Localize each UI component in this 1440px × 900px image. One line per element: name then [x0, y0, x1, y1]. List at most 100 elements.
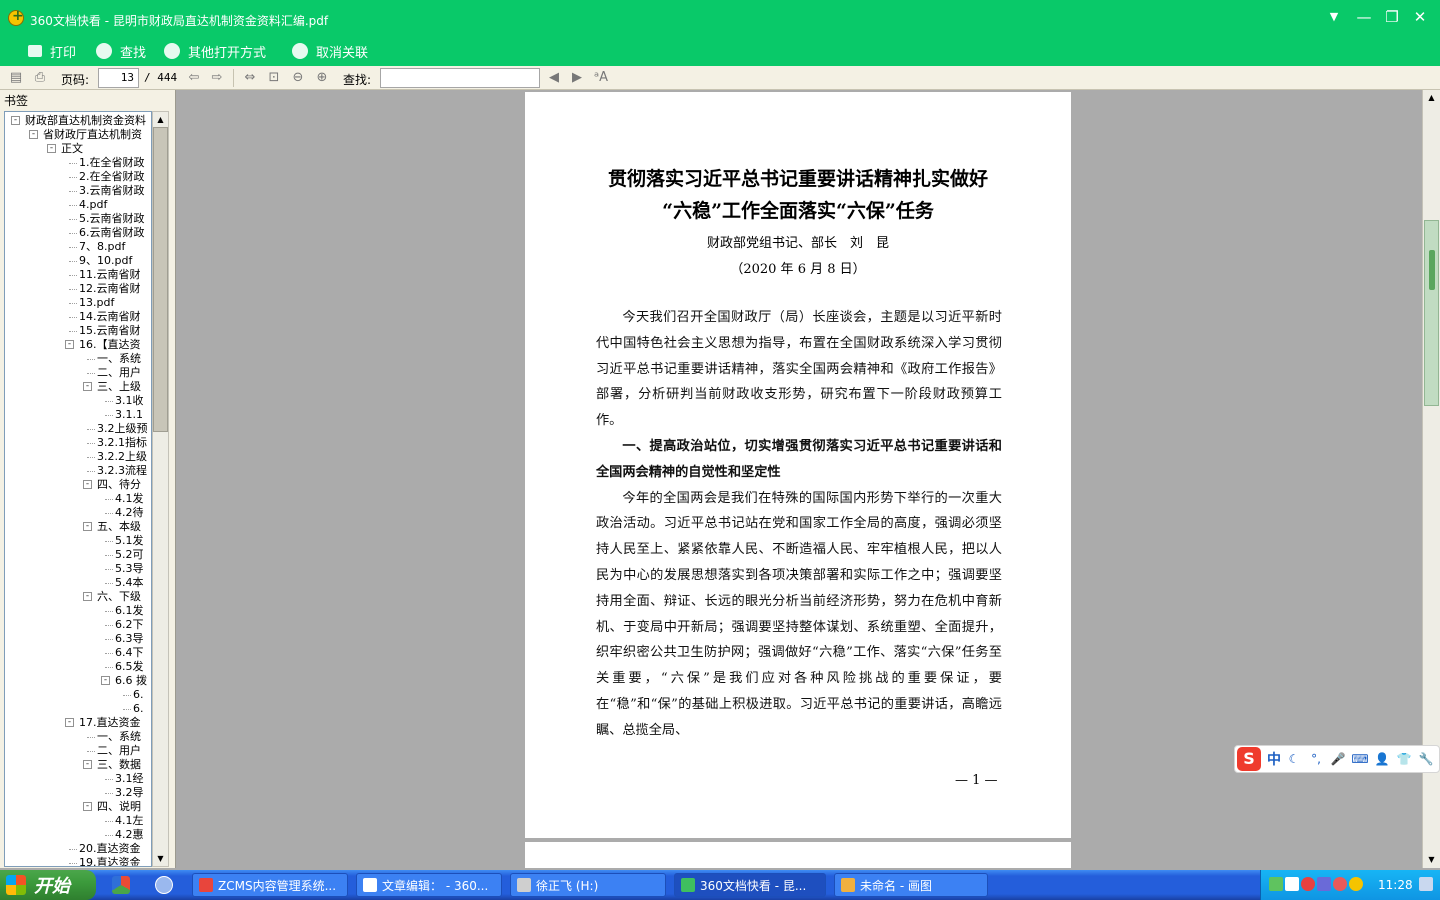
bookmark-item[interactable]: 11.云南省财	[79, 268, 151, 282]
bookmark-item[interactable]: 6.4下	[115, 646, 151, 660]
bookmark-item[interactable]: 6.云南省财政	[79, 226, 151, 240]
bookmark-item[interactable]: 一、系统	[97, 730, 151, 744]
zoom-out-icon[interactable]: ⊖	[290, 70, 306, 86]
bookmark-item[interactable]: 12.云南省财	[79, 282, 151, 296]
sogou-logo-icon[interactable]: S	[1237, 747, 1261, 771]
tray-network-icon[interactable]	[1269, 877, 1283, 891]
scroll-up-arrow-icon[interactable]: ▲	[153, 112, 168, 127]
bookmark-item[interactable]: 3.云南省财政	[79, 184, 151, 198]
bookmark-item[interactable]: 9、10.pdf	[79, 254, 151, 268]
keyboard-icon[interactable]: ⌨	[1351, 750, 1369, 768]
tree-toggle-icon[interactable]: -	[83, 382, 92, 391]
ime-toolbar[interactable]: S 中 ☾ °, 🎤 ⌨ 👤 👕 🔧	[1234, 745, 1440, 773]
bookmark-item[interactable]: 三、上级	[97, 380, 151, 394]
bookmark-item[interactable]: 1.在全省财政	[79, 156, 151, 170]
bookmark-item[interactable]: 3.2.1指标	[97, 436, 151, 450]
bookmark-item[interactable]: 3.2.2上级	[97, 450, 151, 464]
tray-security-icon[interactable]	[1333, 877, 1347, 891]
bookmark-item[interactable]: 6.5发	[115, 660, 151, 674]
tray-antivirus-icon[interactable]	[1301, 877, 1315, 891]
bookmark-item[interactable]: 7、8.pdf	[79, 240, 151, 254]
taskbar-button[interactable]: ZCMS内容管理系统...	[192, 873, 348, 897]
bookmark-scrollbar-thumb[interactable]	[153, 127, 168, 432]
tree-toggle-icon[interactable]: -	[65, 718, 74, 727]
open-with-menu-button[interactable]: 其他打开方式	[164, 40, 266, 62]
tree-toggle-icon[interactable]: -	[11, 116, 20, 125]
bookmark-item[interactable]: 4.1发	[115, 492, 151, 506]
tree-toggle-icon[interactable]: -	[65, 340, 74, 349]
tray-doc-icon[interactable]	[1285, 877, 1299, 891]
bookmark-item[interactable]: 6.	[133, 688, 151, 702]
bookmark-item[interactable]: 6.3导	[115, 632, 151, 646]
zoom-in-icon[interactable]: ⊕	[314, 70, 330, 86]
bookmark-item[interactable]: 13.pdf	[79, 296, 151, 310]
search-next-icon[interactable]: ▶	[569, 70, 585, 86]
match-case-icon[interactable]: ᵃA	[593, 70, 609, 86]
ime-language-toggle[interactable]: 中	[1267, 749, 1281, 769]
scroll-down-arrow-icon[interactable]: ▼	[153, 851, 168, 866]
bookmark-item[interactable]: 3.2.3流程	[97, 464, 151, 478]
bookmark-item[interactable]: 省财政厅直达机制资	[43, 128, 151, 142]
bookmark-item[interactable]: 5.3导	[115, 562, 151, 576]
bookmark-item[interactable]: 一、系统	[97, 352, 151, 366]
taskbar-button[interactable]: 360文档快看 - 昆...	[674, 873, 826, 897]
bookmark-item[interactable]: 2.在全省财政	[79, 170, 151, 184]
bookmark-item[interactable]: 3.1经	[115, 772, 151, 786]
bookmark-item[interactable]: 20.直达资金	[79, 842, 151, 856]
bookmark-item[interactable]: 4.2惠	[115, 828, 151, 842]
bookmark-item[interactable]: 4.pdf	[79, 198, 151, 212]
viewer-scroll-down-icon[interactable]: ▼	[1423, 852, 1440, 868]
taskbar-button[interactable]: 未命名 - 画图	[834, 873, 988, 897]
maximize-button[interactable]: ❐	[1380, 6, 1404, 28]
bookmark-item[interactable]: 三、数据	[97, 758, 151, 772]
settings-wrench-icon[interactable]: 🔧	[1417, 750, 1435, 768]
bookmark-item[interactable]: 二、用户	[97, 744, 151, 758]
bookmark-item[interactable]: 15.云南省财	[79, 324, 151, 338]
fit-width-icon[interactable]: ⇔	[242, 70, 258, 86]
punctuation-icon[interactable]: °,	[1307, 750, 1325, 768]
bookmark-item[interactable]: 六、下级	[97, 590, 151, 604]
bookmark-item[interactable]: 6.1发	[115, 604, 151, 618]
bookmark-item[interactable]: 16.【直达资	[79, 338, 151, 352]
bookmark-item[interactable]: 3.2导	[115, 786, 151, 800]
previous-page-icon[interactable]: ⇦	[186, 70, 202, 86]
skin-icon[interactable]: 👕	[1395, 750, 1413, 768]
minimize-button[interactable]: —	[1352, 6, 1376, 28]
bookmark-item[interactable]: 4.1左	[115, 814, 151, 828]
search-input[interactable]	[380, 68, 540, 88]
halfwidth-moon-icon[interactable]: ☾	[1285, 750, 1303, 768]
bookmark-item[interactable]: 6.2下	[115, 618, 151, 632]
bookmark-item[interactable]: 正文	[61, 142, 151, 156]
quicklaunch-app-icon[interactable]	[112, 876, 130, 894]
bookmark-item[interactable]: 四、待分	[97, 478, 151, 492]
bookmark-item[interactable]: 5.2可	[115, 548, 151, 562]
viewer-scrollbar-thumb[interactable]	[1424, 220, 1439, 406]
menu-dropdown-icon[interactable]: ▼	[1322, 6, 1346, 28]
close-button[interactable]: ✕	[1408, 6, 1432, 28]
show-desktop-icon[interactable]	[1419, 877, 1433, 891]
bookmark-item[interactable]: 五、本级	[97, 520, 151, 534]
tree-toggle-icon[interactable]: -	[29, 130, 38, 139]
tray-360-icon[interactable]	[1349, 877, 1363, 891]
bookmark-item[interactable]: 5.4本	[115, 576, 151, 590]
tree-toggle-icon[interactable]: -	[83, 592, 92, 601]
unassociate-menu-button[interactable]: 取消关联	[292, 40, 368, 62]
bookmark-item[interactable]: 四、说明	[97, 800, 151, 814]
microphone-icon[interactable]: 🎤	[1329, 750, 1347, 768]
start-button[interactable]: 开始	[0, 870, 96, 900]
print-icon[interactable]: ⎙	[32, 70, 48, 86]
tree-toggle-icon[interactable]: -	[83, 522, 92, 531]
viewer-scroll-up-icon[interactable]: ▲	[1423, 90, 1440, 106]
tree-toggle-icon[interactable]: -	[47, 144, 56, 153]
bookmark-item[interactable]: 14.云南省财	[79, 310, 151, 324]
quicklaunch-ie-icon[interactable]	[155, 876, 173, 894]
bookmark-item[interactable]: 4.2待	[115, 506, 151, 520]
bookmark-item[interactable]: 二、用户	[97, 366, 151, 380]
open-file-icon[interactable]: ▤	[8, 70, 24, 86]
tree-toggle-icon[interactable]: -	[83, 760, 92, 769]
bookmark-tree[interactable]: - 财政部直达机制资金资料 - 省财政厅直达机制资 - 正文 1.在全省财政 2.在全省财政 3…	[4, 111, 152, 867]
user-icon[interactable]: 👤	[1373, 750, 1391, 768]
tree-toggle-icon[interactable]: -	[83, 480, 92, 489]
bookmark-item[interactable]: 3.1.1	[115, 408, 151, 422]
tree-toggle-icon[interactable]: -	[83, 802, 92, 811]
